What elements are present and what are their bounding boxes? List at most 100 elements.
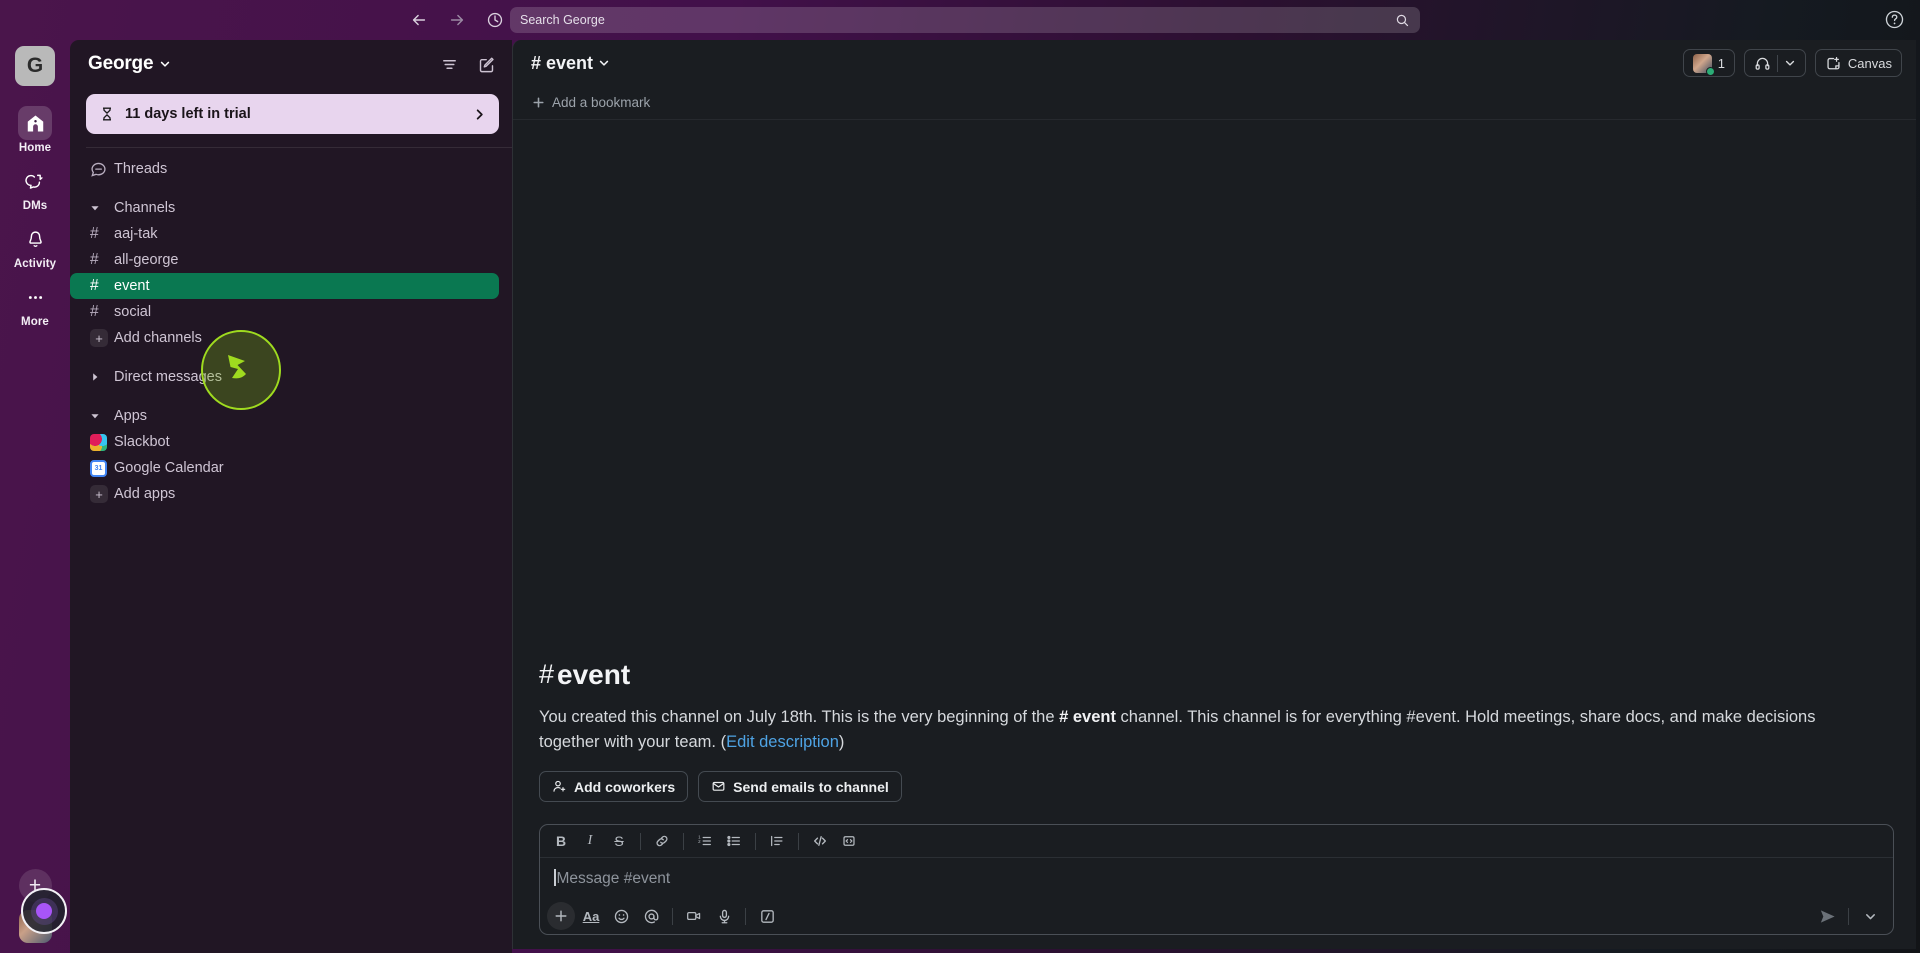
italic-button[interactable]: I bbox=[577, 829, 603, 854]
trial-banner[interactable]: 11 days left in trial bbox=[86, 94, 499, 134]
chevron-right-icon bbox=[473, 108, 486, 121]
canvas-label: Canvas bbox=[1847, 55, 1892, 71]
sidebar-item-add-apps[interactable]: + Add apps bbox=[70, 481, 499, 507]
sidebar-channel-label: social bbox=[114, 304, 152, 320]
envelope-icon bbox=[711, 779, 726, 794]
compose-icon[interactable] bbox=[477, 55, 496, 74]
triangle-down-icon bbox=[90, 203, 112, 213]
bulleted-list-button[interactable] bbox=[721, 829, 747, 854]
sidebar-section-channels[interactable]: Channels bbox=[70, 195, 499, 221]
workspace-switcher[interactable]: G bbox=[15, 46, 55, 86]
clock-icon[interactable] bbox=[484, 9, 506, 31]
rail-item-dms[interactable]: DMs bbox=[7, 164, 63, 212]
hash-icon: # bbox=[539, 659, 555, 690]
sidebar-item-channel-all-george[interactable]: # all-george bbox=[70, 247, 499, 273]
sidebar-label-add-channels: Add channels bbox=[114, 330, 202, 346]
main-panel: # event 1 Canvas Add a bookmark # event … bbox=[512, 40, 1916, 949]
sidebar-item-app-google-calendar[interactable]: 31 Google Calendar bbox=[70, 455, 499, 481]
send-options-chevron-down-icon[interactable] bbox=[1856, 902, 1884, 930]
sidebar: George 11 days left in trial Threads Cha… bbox=[70, 40, 512, 953]
hash-icon: # bbox=[90, 251, 99, 269]
rail-label-activity: Activity bbox=[13, 258, 57, 270]
canvas-button[interactable]: Canvas bbox=[1814, 49, 1902, 77]
sidebar-app-label: Google Calendar bbox=[114, 460, 224, 476]
filter-icon[interactable] bbox=[440, 55, 459, 74]
channel-intro: # event You created this channel on July… bbox=[513, 659, 1916, 802]
message-input[interactable]: Message #event bbox=[540, 858, 1893, 898]
sidebar-nav: Threads Channels # aaj-tak # all-george … bbox=[70, 148, 512, 953]
search-input[interactable]: Search George bbox=[510, 7, 1420, 33]
svg-text:2: 2 bbox=[698, 839, 701, 844]
strikethrough-button[interactable]: S bbox=[606, 829, 632, 854]
person-plus-icon bbox=[552, 779, 567, 794]
intro-channel-mention: # event bbox=[1059, 707, 1116, 726]
slash-command-button[interactable] bbox=[753, 902, 781, 930]
chevron-down-icon bbox=[1784, 57, 1796, 69]
canvas-icon bbox=[1825, 55, 1842, 72]
left-rail: G Home DMs Activity More + bbox=[0, 40, 70, 953]
rail-item-activity[interactable]: Activity bbox=[7, 222, 63, 270]
huddle-button[interactable] bbox=[1743, 49, 1806, 77]
hash-icon: # bbox=[90, 225, 99, 243]
message-placeholder: Message #event bbox=[556, 870, 671, 887]
sidebar-section-label-channels: Channels bbox=[114, 200, 176, 216]
sidebar-section-label-direct-messages: Direct messages bbox=[114, 369, 222, 385]
plus-icon: + bbox=[90, 485, 112, 503]
sidebar-item-channel-aaj-tak[interactable]: # aaj-tak bbox=[70, 221, 499, 247]
sidebar-item-channel-event[interactable]: # event bbox=[70, 273, 499, 299]
channel-name: event bbox=[546, 52, 594, 73]
sidebar-label-threads: Threads bbox=[114, 161, 168, 177]
code-button[interactable] bbox=[807, 829, 833, 854]
intro-text-1: You created this channel on July 18th. T… bbox=[539, 707, 1060, 726]
blockquote-button[interactable] bbox=[764, 829, 790, 854]
new-item-button[interactable]: + bbox=[18, 869, 52, 902]
hourglass-icon bbox=[99, 106, 115, 122]
formatting-button[interactable]: Aa bbox=[577, 902, 605, 930]
sidebar-item-channel-social[interactable]: # social bbox=[70, 299, 499, 325]
attach-button[interactable] bbox=[547, 902, 575, 930]
edit-description-link[interactable]: Edit description bbox=[726, 733, 839, 751]
sidebar-section-label-apps: Apps bbox=[114, 408, 148, 424]
send-icon[interactable] bbox=[1813, 902, 1841, 930]
add-bookmark-label: Add a bookmark bbox=[552, 95, 651, 110]
microphone-button[interactable] bbox=[710, 902, 738, 930]
send-emails-label: Send emails to channel bbox=[733, 778, 889, 795]
link-button[interactable] bbox=[649, 829, 675, 854]
channel-title-button[interactable]: # event bbox=[531, 53, 610, 74]
bell-icon bbox=[18, 222, 52, 256]
arrow-left-icon[interactable] bbox=[408, 9, 430, 31]
members-button[interactable]: 1 bbox=[1682, 49, 1735, 77]
add-bookmark-button[interactable]: Add a bookmark bbox=[532, 95, 650, 110]
sidebar-app-label: Slackbot bbox=[114, 434, 170, 450]
chevron-down-icon bbox=[598, 57, 610, 69]
ordered-list-button[interactable]: 12 bbox=[692, 829, 718, 854]
code-block-button[interactable] bbox=[836, 829, 862, 854]
sidebar-item-add-channels[interactable]: + Add channels bbox=[70, 325, 499, 351]
plus-icon bbox=[532, 96, 545, 109]
workspace-name-button[interactable]: George bbox=[88, 53, 171, 75]
hash-icon: # bbox=[90, 277, 99, 295]
rail-label-dms: DMs bbox=[22, 200, 48, 212]
plus-icon: + bbox=[90, 329, 112, 347]
sidebar-item-app-slackbot[interactable]: Slackbot bbox=[70, 429, 499, 455]
sidebar-channel-label: all-george bbox=[114, 252, 179, 268]
triangle-down-icon bbox=[90, 411, 112, 421]
sidebar-section-direct-messages[interactable]: Direct messages bbox=[70, 364, 499, 390]
rail-item-home[interactable]: Home bbox=[7, 106, 63, 154]
magnifier-icon bbox=[1395, 13, 1410, 28]
sidebar-item-threads[interactable]: Threads bbox=[70, 156, 499, 182]
avatar[interactable] bbox=[18, 910, 52, 943]
sidebar-channel-label: aaj-tak bbox=[114, 226, 158, 242]
add-coworkers-button[interactable]: Add coworkers bbox=[539, 771, 689, 802]
mention-button[interactable] bbox=[637, 902, 665, 930]
bold-button[interactable]: B bbox=[548, 829, 574, 854]
ellipsis-icon bbox=[18, 280, 52, 314]
rail-item-more[interactable]: More bbox=[7, 280, 63, 328]
arrow-right-icon[interactable] bbox=[446, 9, 468, 31]
search-placeholder: Search George bbox=[520, 13, 605, 27]
emoji-button[interactable] bbox=[607, 902, 635, 930]
sidebar-section-apps[interactable]: Apps bbox=[70, 403, 499, 429]
send-emails-to-channel-button[interactable]: Send emails to channel bbox=[698, 771, 902, 802]
question-circle-icon[interactable] bbox=[1884, 9, 1906, 31]
video-button[interactable] bbox=[680, 902, 708, 930]
